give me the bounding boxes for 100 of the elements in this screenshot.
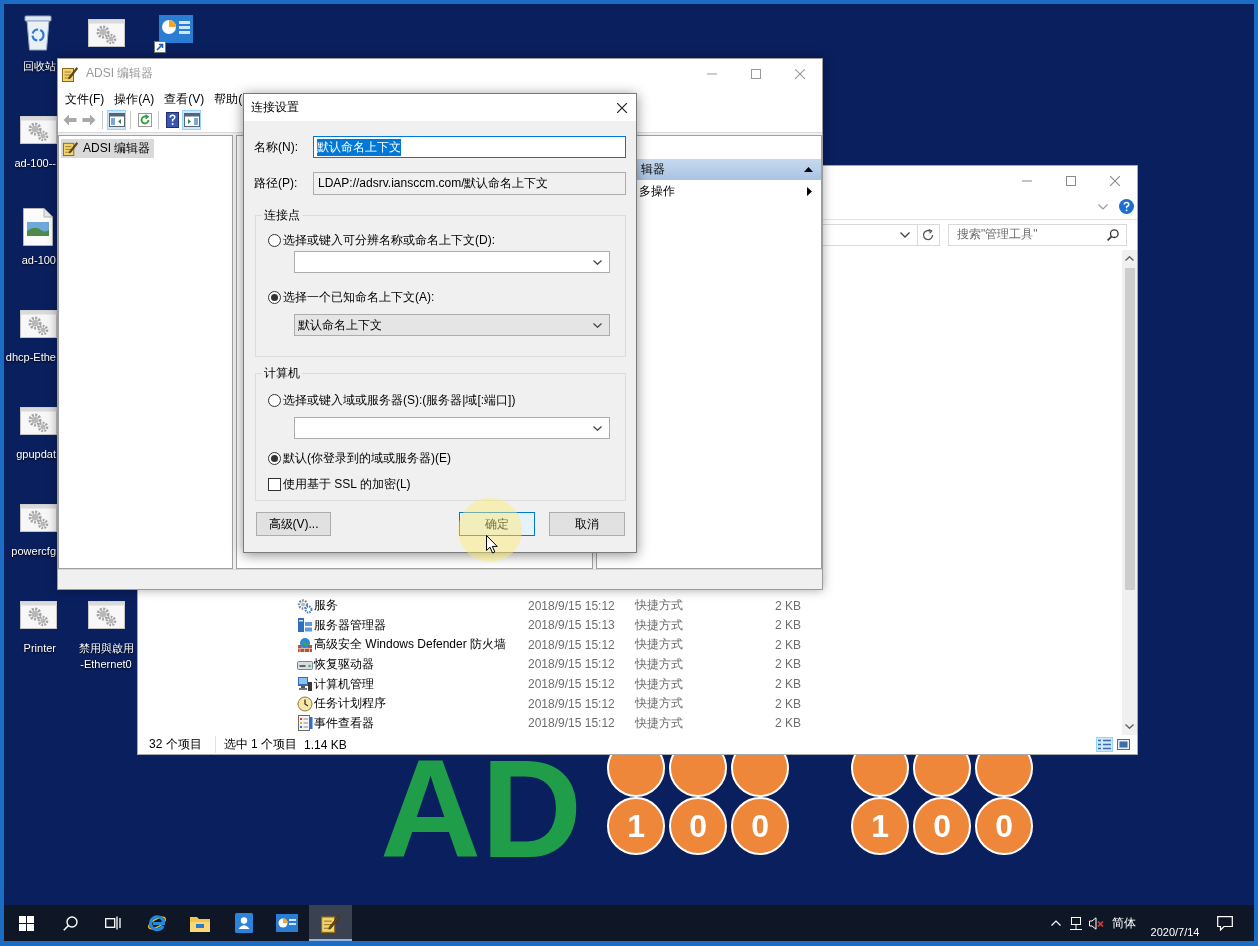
menu-item[interactable]: 文件(F) — [60, 89, 110, 108]
chevron-down-icon[interactable] — [593, 322, 602, 328]
scrollbar-thumb[interactable] — [1124, 267, 1135, 590]
maximize-icon[interactable] — [751, 68, 761, 79]
network-icon[interactable] — [1069, 916, 1083, 930]
dialog-button[interactable]: 确定 — [459, 512, 535, 536]
search-icon[interactable] — [62, 915, 78, 931]
file-date: 2018/9/15 15:12 — [528, 637, 616, 652]
ime-indicator[interactable]: 简体 — [1106, 905, 1142, 941]
search-field[interactable]: 搜索"管理工具" — [948, 223, 1127, 246]
collapse-arrow-icon[interactable] — [804, 166, 813, 172]
chevron-down-icon[interactable] — [1125, 724, 1134, 730]
number-badge: 0 — [731, 797, 790, 855]
checkbox[interactable] — [268, 477, 281, 491]
radio-button[interactable] — [268, 393, 281, 407]
file-date: 2018/9/15 15:13 — [528, 618, 616, 633]
desktop-icon-label[interactable]: powercfg — [4, 543, 56, 559]
wallpaper-title: AD — [380, 756, 583, 861]
file-size: 2 KB — [774, 598, 801, 613]
search-icon[interactable] — [1107, 228, 1119, 241]
desktop-icon-label[interactable]: ad-100-- — [4, 155, 56, 171]
refresh-icon[interactable] — [922, 228, 934, 241]
clock-date[interactable]: 2020/7/14 — [1142, 905, 1208, 941]
status-text: 32 个项目 — [149, 736, 202, 753]
file-name[interactable]: 事件查看器 — [314, 714, 528, 732]
file-name[interactable]: 服务 — [314, 597, 528, 615]
radio-button[interactable] — [268, 290, 281, 304]
menu-item[interactable]: 查看(V) — [159, 89, 210, 108]
desktop-icon-label[interactable]: gpupdat — [4, 446, 56, 462]
dialog-button[interactable]: 高级(V)... — [256, 512, 331, 536]
recycle-bin-icon[interactable] — [22, 15, 54, 51]
scrollbar[interactable] — [1122, 249, 1137, 736]
gear-file-icon[interactable] — [19, 116, 57, 144]
gear-file-icon[interactable] — [87, 601, 125, 629]
checkbox-label[interactable]: 使用基于 SSL 的加密(L) — [283, 475, 411, 493]
notification-icon[interactable] — [1217, 915, 1233, 931]
radio-button[interactable] — [268, 233, 281, 247]
chevron-down-icon[interactable] — [593, 259, 602, 265]
file-type: 快捷方式 — [635, 636, 684, 654]
desktop-icon-label[interactable]: 禁用與啟用 -Ethernet0 — [78, 640, 134, 672]
group-title: 计算机 — [263, 365, 301, 381]
tree-item[interactable]: ADSI 编辑器 — [61, 138, 155, 158]
radio-label[interactable]: 选择一个已知命名上下文(A): — [283, 288, 435, 306]
number-badge: 0 — [913, 797, 972, 855]
gear-file-icon[interactable] — [19, 504, 57, 532]
field-label: 名称(N): — [254, 138, 299, 156]
file-date: 2018/9/15 15:12 — [528, 716, 616, 731]
file-type: 快捷方式 — [635, 656, 684, 673]
image-file-icon[interactable] — [23, 208, 53, 246]
file-name[interactable]: 服务器管理器 — [314, 616, 528, 634]
group-title: 连接点 — [263, 207, 301, 223]
desktop-icon-label[interactable]: ad-100 — [4, 252, 56, 268]
gear-file-icon[interactable] — [19, 310, 57, 338]
menu-item[interactable]: 帮助( — [209, 89, 248, 108]
chart-shortcut-icon[interactable] — [154, 13, 194, 53]
notepad-pencil-icon[interactable] — [320, 913, 340, 933]
contact-card-icon[interactable] — [234, 913, 253, 933]
read-only-field[interactable]: LDAP://adsrv.iansccm.com/默认命名上下文 — [313, 172, 626, 195]
dashboard-icon[interactable] — [276, 914, 299, 932]
browser-icon[interactable] — [146, 913, 167, 933]
field-label: 路径(P): — [254, 175, 299, 192]
maximize-icon[interactable] — [1066, 175, 1076, 186]
windows-logo-icon[interactable] — [19, 915, 35, 931]
file-name[interactable]: 计算机管理 — [314, 675, 528, 693]
file-name[interactable]: 恢复驱动器 — [314, 656, 528, 673]
dialog-title: 连接设置 — [251, 99, 299, 116]
desktop-icon-label[interactable]: 回收站 — [4, 58, 56, 74]
desktop-icon-label[interactable]: dhcp-Ethe — [4, 349, 56, 365]
file-date: 2018/9/15 15:12 — [528, 598, 616, 613]
help-icon[interactable] — [1119, 199, 1134, 215]
folder-icon[interactable] — [190, 914, 211, 932]
radio-label[interactable]: 选择或键入可分辨名称或命名上下文(D): — [283, 231, 495, 249]
gear-file-icon[interactable] — [19, 407, 57, 435]
server-icon — [297, 617, 313, 634]
desktop-icon-label[interactable]: Printer — [4, 640, 56, 656]
chevron-down-icon[interactable] — [900, 231, 910, 238]
file-size: 2 KB — [774, 677, 801, 692]
file-size: 2 KB — [774, 696, 801, 711]
file-size: 2 KB — [774, 637, 801, 652]
task-view-icon[interactable] — [105, 916, 122, 930]
submenu-arrow-icon[interactable] — [807, 187, 812, 197]
close-icon[interactable] — [617, 102, 627, 113]
radio-label[interactable]: 选择或键入域或服务器(S):(服务器|域[:端口]) — [283, 391, 516, 409]
radio-label[interactable]: 默认(你登录到的域或服务器)(E) — [283, 449, 451, 467]
volume-muted-icon[interactable] — [1088, 916, 1104, 930]
file-date: 2018/9/15 15:12 — [528, 696, 616, 711]
radio-button[interactable] — [268, 451, 281, 465]
file-size: 2 KB — [774, 716, 801, 731]
menu-item[interactable]: 操作(A) — [109, 89, 160, 108]
file-name[interactable]: 高级安全 Windows Defender 防火墙 — [314, 636, 528, 654]
text-field[interactable]: 默认命名上下文 — [313, 136, 626, 158]
taskbar-app-button[interactable] — [308, 905, 353, 941]
status-text: 1.14 KB — [304, 737, 347, 752]
file-name[interactable]: 任务计划程序 — [314, 695, 528, 713]
chevron-down-icon[interactable] — [593, 425, 602, 431]
number-badge: 0 — [975, 797, 1034, 855]
gear-file-icon[interactable] — [19, 601, 57, 629]
dialog-button[interactable]: 取消 — [549, 512, 625, 536]
dropdown[interactable]: 默认命名上下文 — [294, 314, 610, 336]
gear-file-icon[interactable] — [87, 19, 125, 47]
